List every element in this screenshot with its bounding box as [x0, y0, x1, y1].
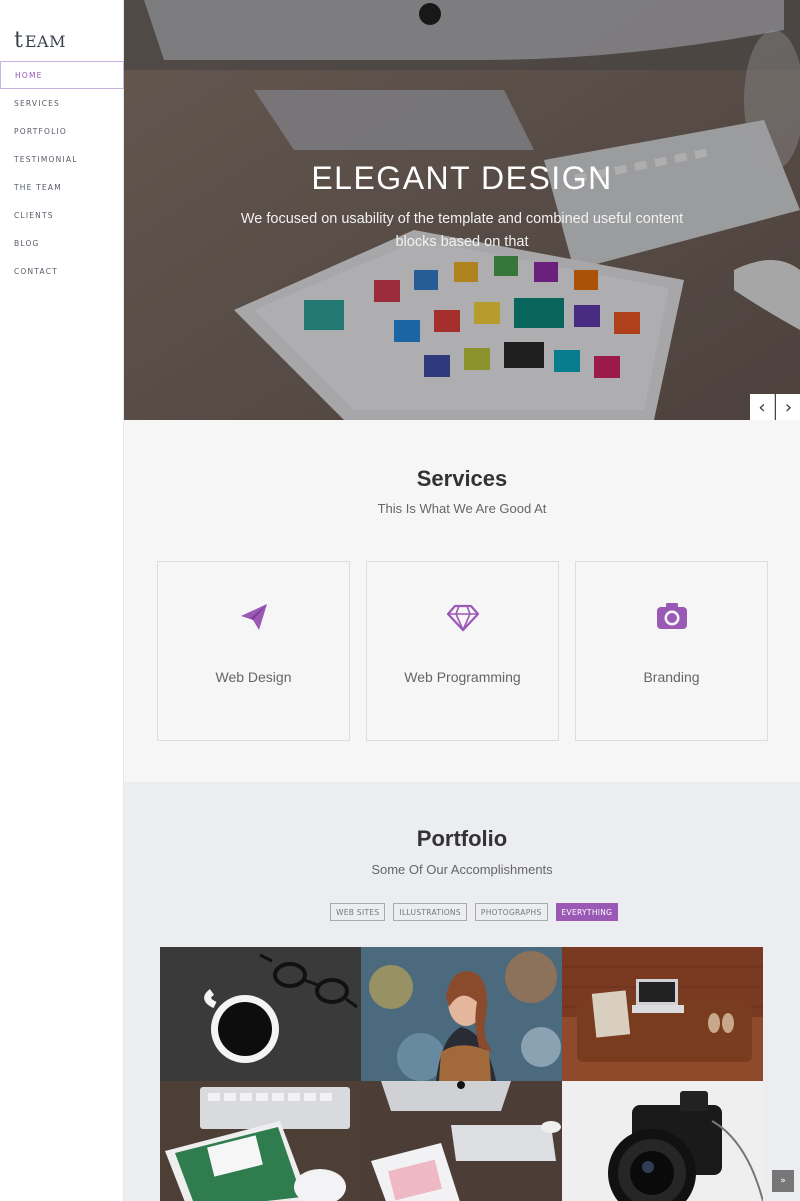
hero-subtitle: We focused on usability of the template … — [240, 211, 684, 250]
service-label: Web Programming — [404, 669, 521, 685]
service-card-web-design[interactable]: Web Design — [157, 561, 350, 741]
filter-illustrations[interactable]: ILLUSTRATIONS — [393, 903, 467, 921]
portfolio-item-camera[interactable] — [562, 1081, 763, 1201]
sidebar-nav: HOME SERVICES PORTFOLIO TESTIMONIAL THE … — [0, 61, 124, 285]
slider-next-button[interactable]: › — [776, 394, 800, 420]
logo[interactable]: t EAM — [14, 30, 66, 56]
hero-slider: ELEGANT DESIGN We focused on usability o… — [124, 0, 800, 420]
nav-item-the-team[interactable]: THE TEAM — [0, 173, 124, 201]
services-section: Services This Is What We Are Good At Web… — [124, 420, 800, 782]
portfolio-section: Portfolio Some Of Our Accomplishments WE… — [124, 782, 800, 1201]
portfolio-item-coffee[interactable] — [160, 947, 361, 1081]
service-card-branding[interactable]: Branding — [575, 561, 768, 741]
filter-everything[interactable]: EVERYTHING — [555, 903, 619, 921]
diamond-icon — [367, 600, 558, 634]
back-to-top-button[interactable]: » — [772, 1170, 794, 1192]
logo-mark: t — [14, 28, 23, 53]
portfolio-item-tablet[interactable] — [160, 1081, 361, 1201]
slider-prev-button[interactable]: ‹ — [750, 394, 775, 420]
nav-item-contact[interactable]: CONTACT — [0, 257, 124, 285]
camera-icon — [576, 600, 767, 634]
portfolio-grid — [160, 947, 766, 1201]
paper-plane-icon — [158, 600, 349, 634]
service-label: Branding — [643, 669, 700, 685]
logo-word: EAM — [24, 32, 66, 51]
chevron-left-icon: ‹ — [758, 396, 766, 418]
nav-item-blog[interactable]: BLOG — [0, 229, 124, 257]
portfolio-item-laptop[interactable] — [562, 947, 763, 1081]
nav-item-services[interactable]: SERVICES — [0, 89, 124, 117]
chevron-right-icon: › — [784, 396, 793, 418]
nav-item-home[interactable]: HOME — [0, 61, 124, 89]
service-card-web-programming[interactable]: Web Programming — [366, 561, 559, 741]
portfolio-subtitle: Some Of Our Accomplishments — [371, 862, 553, 877]
portfolio-item-portrait[interactable] — [361, 947, 562, 1081]
nav-item-clients[interactable]: CLIENTS — [0, 201, 124, 229]
nav-item-testimonial[interactable]: TESTIMONIAL — [0, 145, 124, 173]
service-label: Web Design — [215, 669, 292, 685]
portfolio-filters: WEB SITES ILLUSTRATIONS PHOTOGRAPHS EVER… — [330, 903, 619, 921]
services-subtitle: This Is What We Are Good At — [377, 501, 547, 516]
nav-item-portfolio[interactable]: PORTFOLIO — [0, 117, 124, 145]
filter-photographs[interactable]: PHOTOGRAPHS — [474, 903, 548, 921]
services-title: Services — [416, 466, 508, 491]
hero-title: ELEGANT DESIGN — [311, 160, 613, 196]
portfolio-item-desk[interactable] — [361, 1081, 562, 1201]
sidebar: t EAM HOME SERVICES PORTFOLIO TESTIMONIA… — [0, 0, 124, 1201]
filter-web-sites[interactable]: WEB SITES — [330, 903, 386, 921]
page: t EAM HOME SERVICES PORTFOLIO TESTIMONIA… — [0, 0, 800, 1201]
double-chevron-up-icon: » — [780, 1176, 786, 1186]
portfolio-title: Portfolio — [416, 826, 508, 851]
